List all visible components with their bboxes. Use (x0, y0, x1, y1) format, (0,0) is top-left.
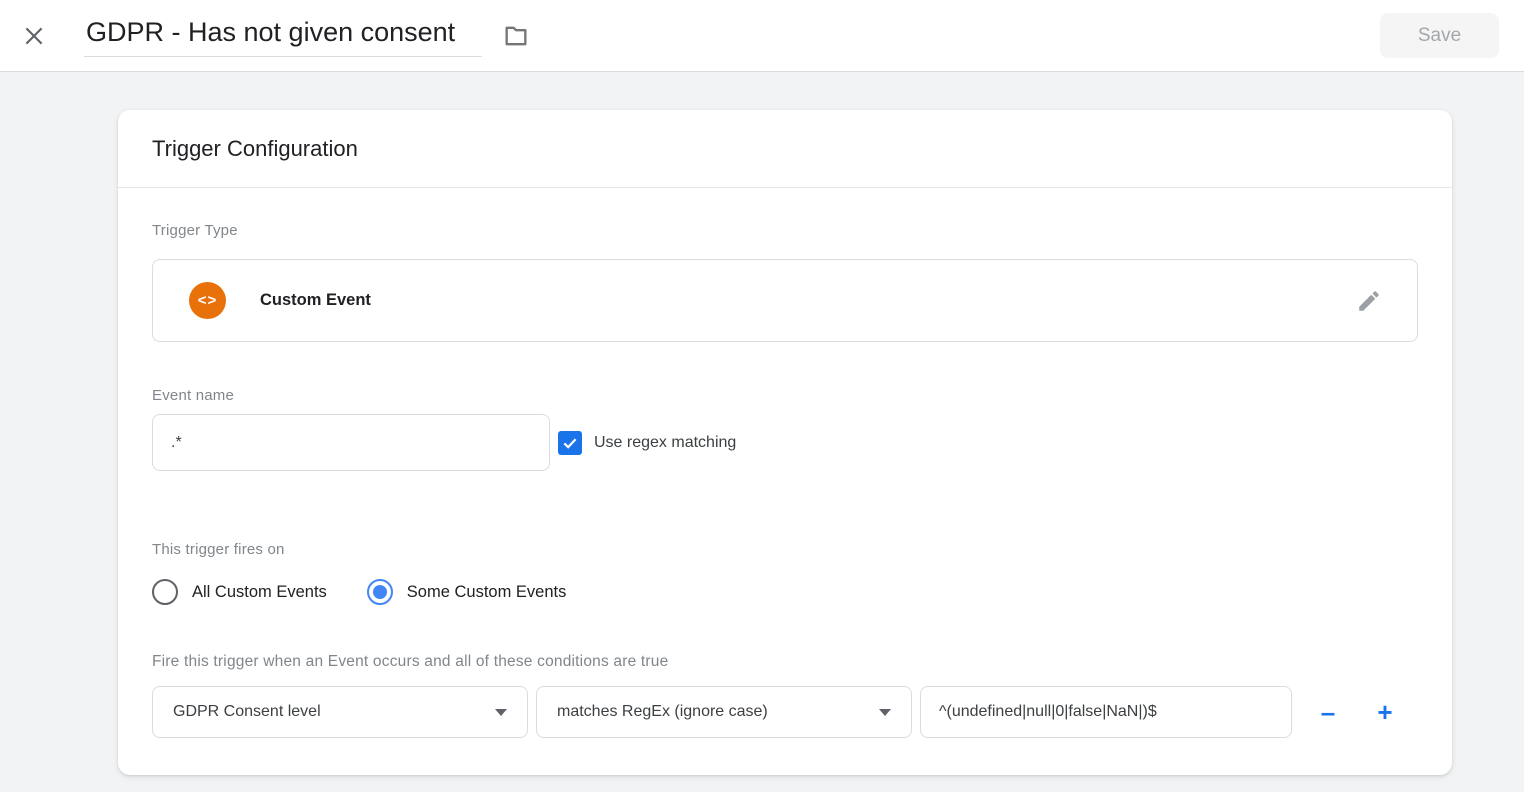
trigger-name-input[interactable] (84, 15, 482, 57)
trigger-type-value: Custom Event (260, 291, 371, 310)
folder-icon (502, 22, 530, 50)
pencil-icon (1356, 288, 1382, 314)
checkmark-icon (561, 434, 579, 452)
use-regex-label: Use regex matching (594, 434, 736, 452)
radio-all-custom-events[interactable]: All Custom Events (152, 579, 327, 605)
chevron-down-icon (495, 709, 507, 716)
radio-all-custom-events-label: All Custom Events (192, 583, 327, 602)
condition-operator-value: matches RegEx (ignore case) (557, 703, 879, 721)
event-name-label: Event name (152, 387, 1418, 404)
radio-selected-icon (367, 579, 393, 605)
close-button[interactable] (12, 14, 56, 58)
trigger-type-label: Trigger Type (152, 222, 1418, 239)
event-name-input[interactable] (152, 414, 550, 471)
condition-row: GDPR Consent level matches RegEx (ignore… (152, 686, 1418, 738)
code-brackets-glyph: <> (198, 292, 218, 309)
card-title: Trigger Configuration (152, 136, 358, 162)
radio-some-custom-events[interactable]: Some Custom Events (367, 579, 567, 605)
edit-trigger-type-button[interactable] (1349, 281, 1389, 321)
use-regex-checkbox-wrap[interactable]: Use regex matching (558, 431, 736, 455)
event-name-row: Use regex matching (152, 414, 1418, 471)
trigger-type-box[interactable]: <> Custom Event (152, 259, 1418, 342)
fires-on-options: All Custom Events Some Custom Events (152, 579, 1418, 605)
add-condition-button[interactable]: + (1365, 692, 1405, 732)
fires-on-label: This trigger fires on (152, 541, 1418, 558)
use-regex-checkbox[interactable] (558, 431, 582, 455)
radio-unselected-icon (152, 579, 178, 605)
condition-variable-value: GDPR Consent level (173, 703, 495, 721)
top-bar: Save (0, 0, 1524, 72)
conditions-label: Fire this trigger when an Event occurs a… (152, 653, 1418, 671)
condition-value-input[interactable] (920, 686, 1292, 738)
card-header: Trigger Configuration (118, 110, 1452, 188)
custom-event-icon: <> (189, 282, 226, 319)
chevron-down-icon (879, 709, 891, 716)
condition-variable-select[interactable]: GDPR Consent level (152, 686, 528, 738)
card-body: Trigger Type <> Custom Event Event name (118, 222, 1452, 738)
main-content: Trigger Configuration Trigger Type <> Cu… (0, 72, 1524, 792)
folder-button[interactable] (498, 18, 534, 54)
trigger-configuration-card: Trigger Configuration Trigger Type <> Cu… (118, 110, 1452, 775)
radio-some-custom-events-label: Some Custom Events (407, 583, 567, 602)
condition-operator-select[interactable]: matches RegEx (ignore case) (536, 686, 912, 738)
close-icon (21, 23, 47, 49)
save-button[interactable]: Save (1380, 13, 1499, 58)
remove-condition-button[interactable]: – (1308, 692, 1348, 732)
